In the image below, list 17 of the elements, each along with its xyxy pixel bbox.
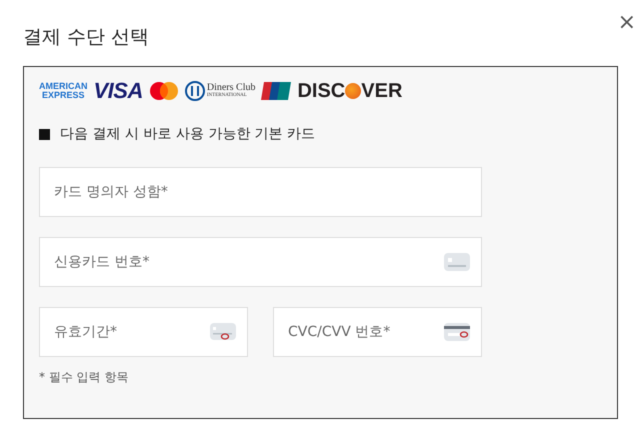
amex-logo: AMERICAN EXPRESS	[39, 82, 88, 100]
card-icon	[210, 323, 236, 341]
mastercard-logo-icon	[148, 81, 179, 101]
input-field[interactable]: CVC/CVV 번호*	[273, 307, 482, 357]
checkbox-label: 다음 결제 시 바로 사용 가능한 기본 카드	[60, 125, 316, 143]
input-field[interactable]: 유효기간*	[39, 307, 248, 357]
required-note: * 필수 입력 항목	[39, 369, 130, 386]
visa-logo: VISA	[94, 80, 143, 102]
input-field[interactable]: 카드 명의자 성함*	[39, 167, 482, 217]
dialog-title: 결제 수단 선택	[23, 25, 150, 50]
input-field[interactable]: 신용카드 번호*	[39, 237, 482, 287]
unionpay-logo-icon	[261, 81, 292, 101]
checkbox[interactable]	[39, 128, 50, 140]
card-icon	[444, 253, 470, 271]
discover-logo: DISC VER	[297, 81, 402, 101]
card-icon	[444, 323, 470, 341]
close-button[interactable]: ×	[618, 12, 636, 34]
